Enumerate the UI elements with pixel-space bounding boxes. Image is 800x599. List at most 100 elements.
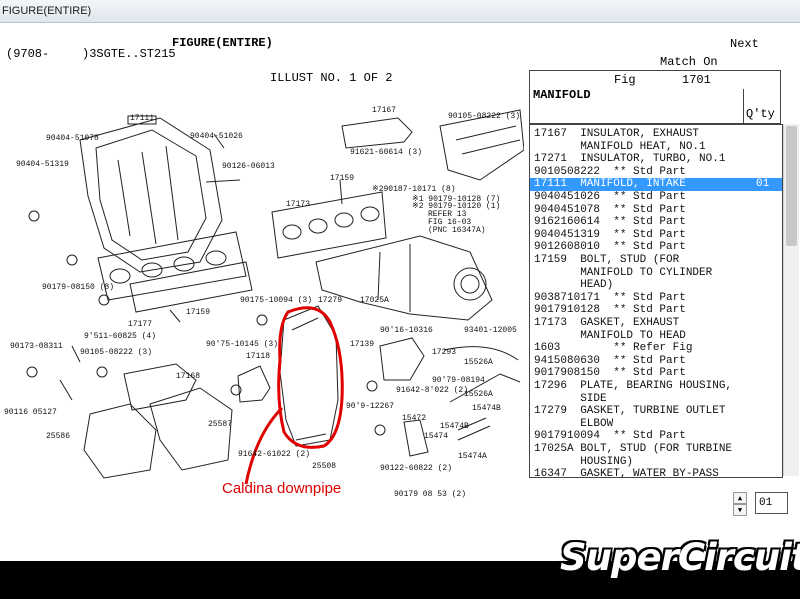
parts-list-row[interactable]: 9012608010 ** Std Part: [534, 241, 774, 254]
part-callout-label[interactable]: 90179-08150 (8): [42, 283, 114, 292]
model-code-open: (9708-: [6, 47, 50, 61]
part-description: 9038710171 ** Std Part: [534, 291, 686, 304]
parts-list-row[interactable]: 1603 ** Refer Fig: [534, 342, 774, 355]
parts-list-row[interactable]: 9040451078 ** Std Part: [534, 204, 774, 217]
parts-list-row[interactable]: 17296 PLATE, BEARING HOUSING,: [534, 380, 774, 393]
parts-list-row[interactable]: MANIFOLD TO HEAD: [534, 330, 774, 343]
parts-list-row[interactable]: 9017910128 ** Std Part: [534, 304, 774, 317]
part-callout-label[interactable]: 17139: [350, 340, 374, 349]
part-callout-label[interactable]: 91642-8'022 (2): [396, 386, 468, 395]
part-callout-label[interactable]: 90126-06013: [222, 162, 275, 171]
parts-list-scrollbar[interactable]: [783, 124, 799, 476]
part-callout-label[interactable]: 15526A: [464, 358, 493, 367]
part-description: 9040451319 ** Std Part: [534, 228, 686, 241]
part-callout-label[interactable]: 17025A: [360, 296, 389, 305]
part-callout-label[interactable]: 15474: [424, 432, 448, 441]
part-callout-label[interactable]: 90173-08311: [10, 342, 63, 351]
part-callout-label[interactable]: 90404-51319: [16, 160, 69, 169]
parts-list-row[interactable]: 9017910094 ** Std Part: [534, 430, 774, 443]
part-callout-label[interactable]: 90122-60822 (2): [380, 464, 452, 473]
part-callout-label[interactable]: 91642-61022 (2): [238, 450, 310, 459]
part-callout-label[interactable]: 90404-51078: [46, 134, 99, 143]
part-description: 17159 BOLT, STUD (FOR: [534, 254, 680, 266]
match-on-label[interactable]: Match On: [660, 55, 718, 69]
illust-number: ILLUST NO. 1 OF 2: [270, 71, 393, 85]
parts-illustration: 17167 90105-08222 (3) 90404-51078 17111 9040…: [0, 86, 524, 519]
part-callout-label[interactable]: 17293: [432, 348, 456, 357]
parts-list-row[interactable]: SIDE: [534, 393, 774, 406]
scrollbar-thumb[interactable]: [786, 126, 797, 246]
part-callout-label[interactable]: 25586: [46, 432, 70, 441]
part-callout-label[interactable]: 17279: [318, 296, 342, 305]
qty-column-header: Q'ty: [746, 107, 775, 121]
next-button[interactable]: Next: [730, 37, 759, 51]
part-callout-label[interactable]: 17159: [330, 174, 354, 183]
part-description: 9017908150 ** Std Part: [534, 367, 686, 380]
part-callout-label[interactable]: 91621-60614 (3): [350, 148, 422, 157]
qty-column-divider: [743, 89, 744, 123]
parts-list-row[interactable]: 17025A BOLT, STUD (FOR TURBINE: [534, 443, 774, 456]
part-callout-label[interactable]: 25508: [312, 462, 336, 471]
parts-list-row[interactable]: MANIFOLD TO CYLINDER: [534, 267, 774, 280]
part-callout-label[interactable]: 90'79-08194: [432, 376, 485, 385]
qty-stepper[interactable]: ▲ ▼: [733, 492, 747, 516]
qty-up-icon[interactable]: ▲: [733, 492, 747, 504]
part-callout-label[interactable]: (PNC 16347A): [428, 226, 486, 235]
fig-number: 1701: [682, 73, 711, 87]
parts-list-row[interactable]: 17159 BOLT, STUD (FOR: [534, 254, 774, 267]
part-description: 17296 PLATE, BEARING HOUSING,: [534, 380, 733, 392]
part-callout-label[interactable]: 90179 08 53 (2): [394, 490, 466, 499]
parts-list-row[interactable]: 9010508222 ** Std Part: [534, 166, 774, 179]
figure-title: FIGURE(ENTIRE): [172, 36, 273, 50]
parts-list-row[interactable]: 16347 GASKET, WATER BY-PASS: [534, 468, 774, 477]
part-callout-label[interactable]: 17168: [176, 372, 200, 381]
parts-list-row[interactable]: MANIFOLD HEAT, NO.1: [534, 141, 774, 154]
qty-input[interactable]: 01: [755, 492, 788, 514]
part-callout-label[interactable]: 15472: [402, 414, 426, 423]
parts-list-row[interactable]: 17167 INSULATOR, EXHAUST: [534, 128, 774, 141]
part-callout-label[interactable]: 17111: [130, 114, 154, 123]
parts-list-row[interactable]: HEAD): [534, 279, 774, 292]
parts-list-row[interactable]: 9017908150 ** Std Part: [534, 367, 774, 380]
part-description: MANIFOLD HEAT, NO.1: [534, 140, 706, 153]
part-description: MANIFOLD TO HEAD: [534, 329, 686, 342]
part-callout-label[interactable]: ※290187-10171 (8): [372, 184, 456, 194]
parts-list-row[interactable]: 9040451319 ** Std Part: [534, 229, 774, 242]
part-callout-label[interactable]: 90'75-10145 (3): [206, 340, 278, 349]
part-callout-label[interactable]: 90175-10094 (3): [240, 296, 312, 305]
part-callout-label[interactable]: 9'511-60825 (4): [84, 332, 156, 341]
parts-list-row[interactable]: 17173 GASKET, EXHAUST: [534, 317, 774, 330]
part-description: 9012608010 ** Std Part: [534, 241, 686, 254]
parts-list-row[interactable]: 17111 MANIFOLD, INTAKE 01: [530, 178, 782, 191]
part-callout-label[interactable]: 90116 05127: [4, 408, 57, 417]
part-description: SIDE: [534, 392, 607, 405]
parts-list-row[interactable]: 17279 GASKET, TURBINE OUTLET: [534, 405, 774, 418]
part-callout-label[interactable]: 93401-12005: [464, 326, 517, 335]
parts-list-row[interactable]: 9162160614 ** Std Part: [534, 216, 774, 229]
part-callout-label[interactable]: 15474A: [458, 452, 487, 461]
part-callout-label[interactable]: 25587: [208, 420, 232, 429]
part-callout-label[interactable]: 17159: [186, 308, 210, 317]
parts-list-row[interactable]: ELBOW: [534, 418, 774, 431]
parts-list-row[interactable]: HOUSING): [534, 456, 774, 469]
part-callout-label[interactable]: 90'9-12267: [346, 402, 394, 411]
parts-list-row[interactable]: 9038710171 ** Std Part: [534, 292, 774, 305]
parts-list-row[interactable]: 9040451026 ** Std Part: [534, 191, 774, 204]
part-callout-label[interactable]: 15526A: [464, 390, 493, 399]
parts-list-row[interactable]: 17271 INSULATOR, TURBO, NO.1: [534, 153, 774, 166]
part-description: HOUSING): [534, 455, 634, 468]
part-callout-label[interactable]: 17167: [372, 106, 396, 115]
qty-down-icon[interactable]: ▼: [733, 504, 747, 516]
parts-list-row[interactable]: 9415080630 ** Std Part: [534, 355, 774, 368]
part-callout-label[interactable]: 15474B: [472, 404, 501, 413]
part-callout-label[interactable]: 17177: [128, 320, 152, 329]
part-callout-label[interactable]: 90105-08222 (3): [80, 348, 152, 357]
part-callout-label[interactable]: 90105-08222 (3): [448, 112, 520, 121]
part-callout-label[interactable]: 15474B: [440, 422, 469, 431]
part-callout-label[interactable]: 90'16-10316: [380, 326, 433, 335]
part-callout-label[interactable]: 90404-51026: [190, 132, 243, 141]
part-callout-label[interactable]: 17118: [246, 352, 270, 361]
part-description: 9415080630 ** Std Part: [534, 354, 686, 367]
parts-list[interactable]: 17167 INSULATOR, EXHAUST MANIFOLD HEAT, …: [529, 124, 783, 478]
part-callout-label[interactable]: 17173: [286, 200, 310, 209]
